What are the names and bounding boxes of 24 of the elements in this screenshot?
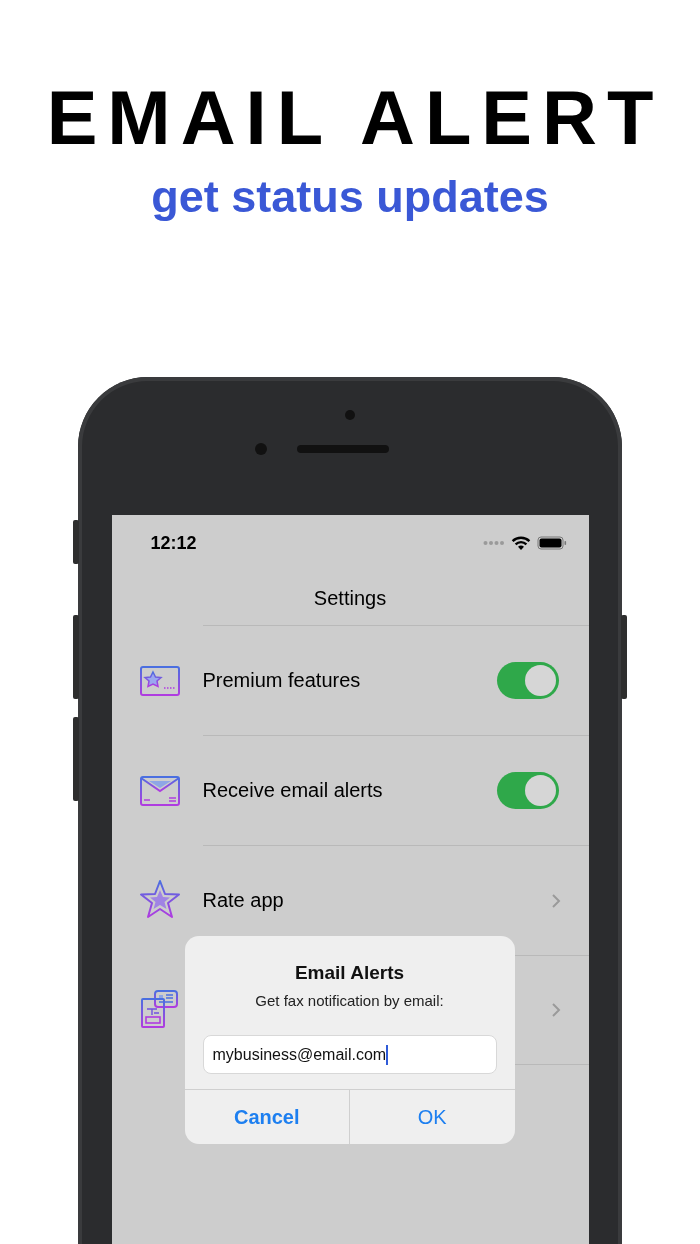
headline: EMAIL ALERT — [45, 78, 664, 158]
chevron-icon — [550, 1002, 561, 1018]
signal-icon — [482, 540, 505, 546]
toggle-switch[interactable] — [496, 772, 559, 809]
wifi-icon — [510, 535, 531, 551]
subtitle: get status updates — [151, 170, 549, 224]
text-cursor — [386, 1044, 389, 1065]
settings-row[interactable]: Receive email alerts — [111, 735, 589, 845]
toggle-switch[interactable] — [496, 662, 559, 699]
row-label: Premium features — [202, 669, 361, 692]
settings-row[interactable]: Premium features — [111, 625, 589, 735]
front-camera — [255, 443, 267, 455]
email-field[interactable]: mybusiness@email.com — [202, 1035, 497, 1074]
row-label: Rate app — [202, 889, 284, 912]
chevron-icon — [550, 892, 561, 909]
star-icon — [138, 879, 181, 921]
fax-document-icon — [138, 989, 181, 1031]
nav-title: Settings — [313, 586, 387, 610]
sensor-dot — [345, 410, 355, 420]
dialog-title: Email Alerts — [294, 962, 405, 984]
dialog-message: Get fax notification by email: — [255, 992, 444, 1009]
row-label: Receive email alerts — [202, 779, 383, 802]
status-time: 12:12 — [150, 532, 197, 554]
battery-icon — [536, 536, 567, 550]
